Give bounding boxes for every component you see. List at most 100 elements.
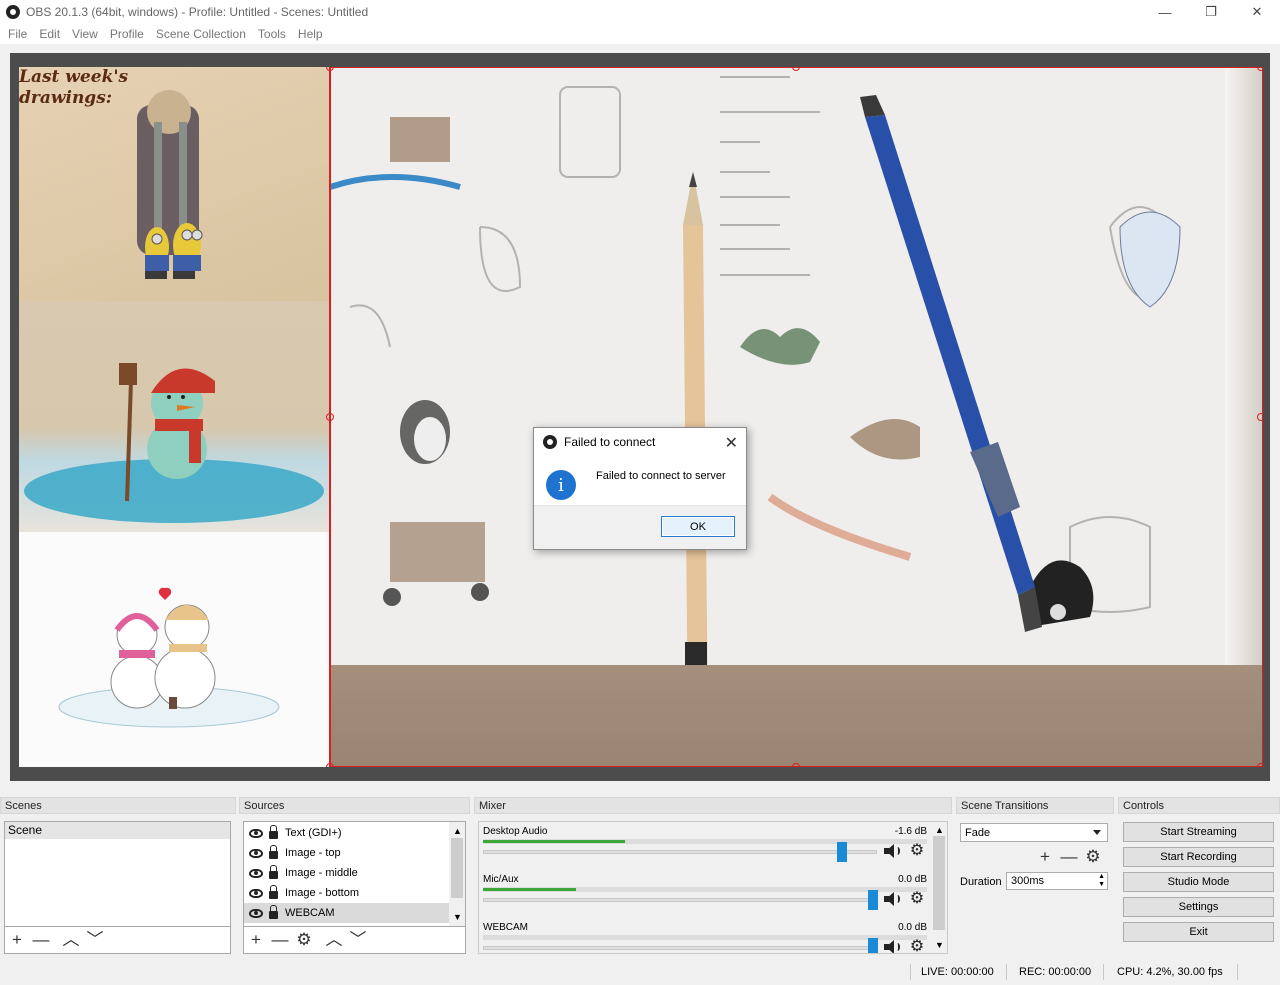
fader-knob[interactable] xyxy=(868,890,878,910)
menu-scene-collection[interactable]: Scene Collection xyxy=(150,27,252,41)
start-recording-button[interactable]: Start Recording xyxy=(1123,847,1274,867)
settings-button[interactable]: Settings xyxy=(1123,897,1274,917)
lock-icon[interactable] xyxy=(269,844,278,859)
channel-settings-gear-icon[interactable]: ⚙ xyxy=(909,939,925,954)
volume-fader[interactable] xyxy=(483,890,878,910)
image-middle-source[interactable] xyxy=(19,301,329,532)
source-down-button[interactable]: ﹀ xyxy=(349,931,367,949)
dialog-title-bar: Failed to connect ✕ xyxy=(534,428,746,456)
remove-source-button[interactable]: — xyxy=(271,931,289,949)
preview-canvas[interactable]: Last week's drawings: xyxy=(19,67,1263,767)
scroll-up-icon[interactable]: ▲ xyxy=(453,826,462,836)
obs-logo-icon xyxy=(543,435,557,449)
resize-handle-bottom-left[interactable] xyxy=(326,763,334,767)
scene-up-button[interactable]: ︿ xyxy=(62,931,80,949)
scroll-up-icon[interactable]: ▲ xyxy=(935,825,944,835)
lock-icon[interactable] xyxy=(269,904,278,919)
spin-arrows-icon[interactable]: ▲ ▼ xyxy=(1098,873,1105,889)
drawing-snowman-image xyxy=(24,363,324,523)
remove-transition-button[interactable]: — xyxy=(1060,848,1078,866)
studio-mode-button[interactable]: Studio Mode xyxy=(1123,872,1274,892)
visibility-eye-icon[interactable] xyxy=(249,868,263,878)
sources-scrollbar[interactable]: ▲ ▼ xyxy=(449,822,465,926)
exit-button[interactable]: Exit xyxy=(1123,922,1274,942)
lock-icon[interactable] xyxy=(269,824,278,839)
fader-knob[interactable] xyxy=(837,842,847,862)
fader-knob[interactable] xyxy=(868,938,878,953)
channel-db: -1.6 dB xyxy=(894,826,927,837)
channel-settings-gear-icon[interactable]: ⚙ xyxy=(909,843,925,859)
channel-settings-gear-icon[interactable]: ⚙ xyxy=(909,891,925,907)
resize-handle-bottom-right[interactable] xyxy=(1257,763,1263,767)
volume-fader[interactable] xyxy=(483,938,878,953)
close-window-button[interactable]: ✕ xyxy=(1234,0,1280,24)
sources-list[interactable]: Text (GDI+) Image - top Image - middle I… xyxy=(243,821,466,927)
channel-name: Mic/Aux xyxy=(483,874,519,885)
mixer-channel-mic-aux: Mic/Aux 0.0 dB ⚙ xyxy=(483,874,927,920)
lock-icon[interactable] xyxy=(269,884,278,899)
source-settings-gear-icon[interactable]: ⚙ xyxy=(295,931,313,949)
add-scene-button[interactable]: + xyxy=(8,931,26,949)
remove-scene-button[interactable]: — xyxy=(32,931,50,949)
source-up-button[interactable]: ︿ xyxy=(325,931,343,949)
webcam-source[interactable] xyxy=(329,67,1263,767)
restore-button[interactable]: ❐ xyxy=(1188,0,1234,24)
speaker-mute-icon[interactable] xyxy=(883,939,901,953)
volume-fader[interactable] xyxy=(483,842,877,862)
add-transition-button[interactable]: + xyxy=(1036,848,1054,866)
image-bottom-source[interactable] xyxy=(19,532,329,767)
menu-bar: File Edit View Profile Scene Collection … xyxy=(0,24,1280,44)
scene-item[interactable]: Scene xyxy=(5,822,230,839)
dialog-close-button[interactable]: ✕ xyxy=(725,433,738,453)
menu-edit[interactable]: Edit xyxy=(33,27,66,41)
menu-profile[interactable]: Profile xyxy=(104,27,150,41)
source-item-image-bottom[interactable]: Image - bottom xyxy=(244,883,465,903)
source-label: Text (GDI+) xyxy=(285,827,342,839)
channel-name: Desktop Audio xyxy=(483,826,548,837)
speaker-mute-icon[interactable] xyxy=(883,891,901,907)
lock-icon[interactable] xyxy=(269,864,278,879)
start-streaming-button[interactable]: Start Streaming xyxy=(1123,822,1274,842)
scroll-thumb[interactable] xyxy=(451,838,463,898)
scroll-down-icon[interactable]: ▼ xyxy=(453,912,462,922)
resize-handle-bottom[interactable] xyxy=(792,763,800,767)
channel-db: 0.0 dB xyxy=(898,874,927,885)
resize-handle-right[interactable] xyxy=(1257,413,1263,421)
transitions-dock-header: Scene Transitions xyxy=(956,797,1114,814)
scroll-thumb[interactable] xyxy=(933,836,945,930)
paper-edge xyxy=(1225,67,1263,665)
visibility-eye-icon[interactable] xyxy=(249,888,263,898)
visibility-eye-icon[interactable] xyxy=(249,908,263,918)
scene-list[interactable]: Scene xyxy=(4,821,231,927)
resize-handle-left[interactable] xyxy=(326,413,334,421)
source-item-webcam[interactable]: WEBCAM xyxy=(244,903,449,923)
source-item-image-top[interactable]: Image - top xyxy=(244,843,465,863)
scroll-down-icon[interactable]: ▼ xyxy=(935,940,944,950)
speaker-mute-icon[interactable] xyxy=(883,843,901,859)
dialog-message: Failed to connect to server xyxy=(596,470,726,482)
add-source-button[interactable]: + xyxy=(247,931,265,949)
menu-file[interactable]: File xyxy=(2,27,33,41)
visibility-eye-icon[interactable] xyxy=(249,828,263,838)
minimize-button[interactable]: — xyxy=(1142,0,1188,24)
source-label: Image - middle xyxy=(285,867,358,879)
ok-button[interactable]: OK xyxy=(661,516,735,537)
sources-dock-header: Sources xyxy=(239,797,470,814)
preview-area[interactable]: Last week's drawings: xyxy=(10,53,1270,781)
resize-handle-top-right[interactable] xyxy=(1257,67,1263,71)
mixer-scrollbar[interactable]: ▲ ▼ xyxy=(931,822,947,953)
source-item-text[interactable]: Text (GDI+) xyxy=(244,823,465,843)
image-top-source[interactable]: Last week's drawings: xyxy=(19,67,329,301)
menu-view[interactable]: View xyxy=(66,27,104,41)
duration-spinbox[interactable]: 300ms ▲ ▼ xyxy=(1006,872,1108,890)
status-separator xyxy=(1103,964,1104,980)
overlay-text-source: Last week's drawings: xyxy=(19,67,129,108)
scenes-dock-header: Scenes xyxy=(0,797,236,814)
scene-down-button[interactable]: ﹀ xyxy=(86,931,104,949)
transition-select[interactable]: Fade xyxy=(960,823,1108,842)
transition-settings-gear-icon[interactable]: ⚙ xyxy=(1084,848,1102,866)
visibility-eye-icon[interactable] xyxy=(249,848,263,858)
menu-help[interactable]: Help xyxy=(292,27,329,41)
source-item-image-middle[interactable]: Image - middle xyxy=(244,863,465,883)
menu-tools[interactable]: Tools xyxy=(252,27,292,41)
